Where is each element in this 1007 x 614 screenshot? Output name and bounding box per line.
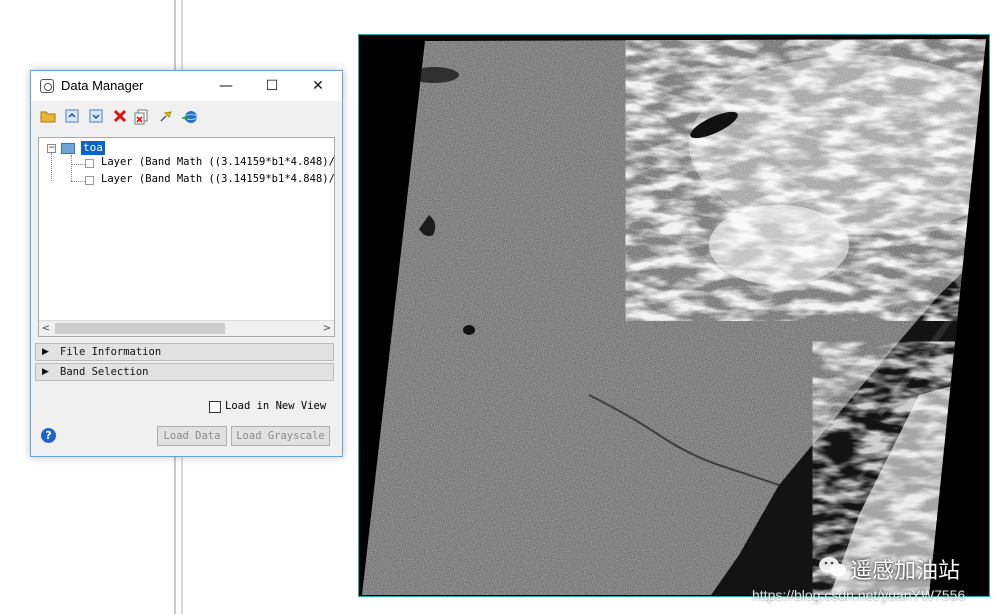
band-selection-section[interactable]: ▶ Band Selection bbox=[35, 363, 334, 381]
title-bar[interactable]: Data Manager — ☐ ✕ bbox=[31, 71, 342, 101]
layer-2-label[interactable]: Layer (Band Math ((3.14159*b1*4.848)/(1 bbox=[101, 173, 334, 185]
expand-arrow-icon: ▶ bbox=[42, 367, 49, 377]
data-manager-window[interactable]: Data Manager — ☐ ✕ − toa Layer (Band Mat… bbox=[30, 70, 343, 457]
maximize-button[interactable]: ☐ bbox=[249, 71, 295, 101]
window-title: Data Manager bbox=[61, 78, 144, 93]
tree-connector bbox=[51, 153, 52, 181]
pin-icon[interactable] bbox=[157, 109, 175, 127]
tree-connector bbox=[71, 181, 85, 182]
expand-arrow-icon: ▶ bbox=[42, 347, 49, 357]
load-grayscale-button[interactable]: Load Grayscale bbox=[231, 426, 330, 446]
file-information-section[interactable]: ▶ File Information bbox=[35, 343, 334, 361]
layer-1-checkbox[interactable] bbox=[85, 159, 94, 168]
watermark-brand: 遥感加油站 bbox=[850, 559, 961, 584]
minimize-button[interactable]: — bbox=[203, 71, 249, 101]
open-folder-icon[interactable] bbox=[39, 109, 57, 127]
load-new-view-label[interactable]: Load in New View bbox=[225, 400, 326, 412]
move-down-icon[interactable] bbox=[87, 109, 105, 127]
scroll-right-arrow[interactable]: > bbox=[320, 321, 334, 336]
tree-root-toa[interactable]: toa bbox=[81, 141, 105, 155]
tree-connector bbox=[71, 164, 85, 165]
collapse-toggle[interactable]: − bbox=[47, 144, 56, 153]
image-viewer[interactable] bbox=[358, 34, 990, 597]
horizontal-scrollbar[interactable]: < > bbox=[39, 320, 334, 336]
close-button[interactable]: ✕ bbox=[295, 71, 341, 101]
layer-1-label[interactable]: Layer (Band Math ((3.14159*b1*4.848)/(1 bbox=[101, 156, 334, 168]
wechat-logo-icon bbox=[819, 557, 846, 577]
export-icon[interactable] bbox=[181, 109, 199, 127]
help-icon[interactable]: ? bbox=[41, 428, 56, 443]
satellite-image bbox=[362, 39, 986, 595]
load-new-view-checkbox[interactable] bbox=[209, 401, 221, 413]
file-information-label: File Information bbox=[60, 346, 162, 358]
layer-tree[interactable]: − toa Layer (Band Math ((3.14159*b1*4.84… bbox=[38, 137, 335, 337]
move-up-icon[interactable] bbox=[63, 109, 81, 127]
layer-2-checkbox[interactable] bbox=[85, 176, 94, 185]
remove-icon[interactable] bbox=[111, 109, 129, 127]
load-data-button[interactable]: Load Data bbox=[157, 426, 227, 446]
scroll-thumb[interactable] bbox=[55, 323, 225, 334]
app-icon bbox=[40, 79, 54, 93]
watermark-url: https://blog.csdn.net/yuanYW7556 bbox=[752, 587, 966, 603]
tree-connector bbox=[71, 155, 72, 181]
close-all-icon[interactable] bbox=[133, 109, 151, 127]
raster-folder-icon bbox=[61, 143, 75, 154]
band-selection-label: Band Selection bbox=[60, 366, 149, 378]
scroll-left-arrow[interactable]: < bbox=[39, 321, 53, 336]
